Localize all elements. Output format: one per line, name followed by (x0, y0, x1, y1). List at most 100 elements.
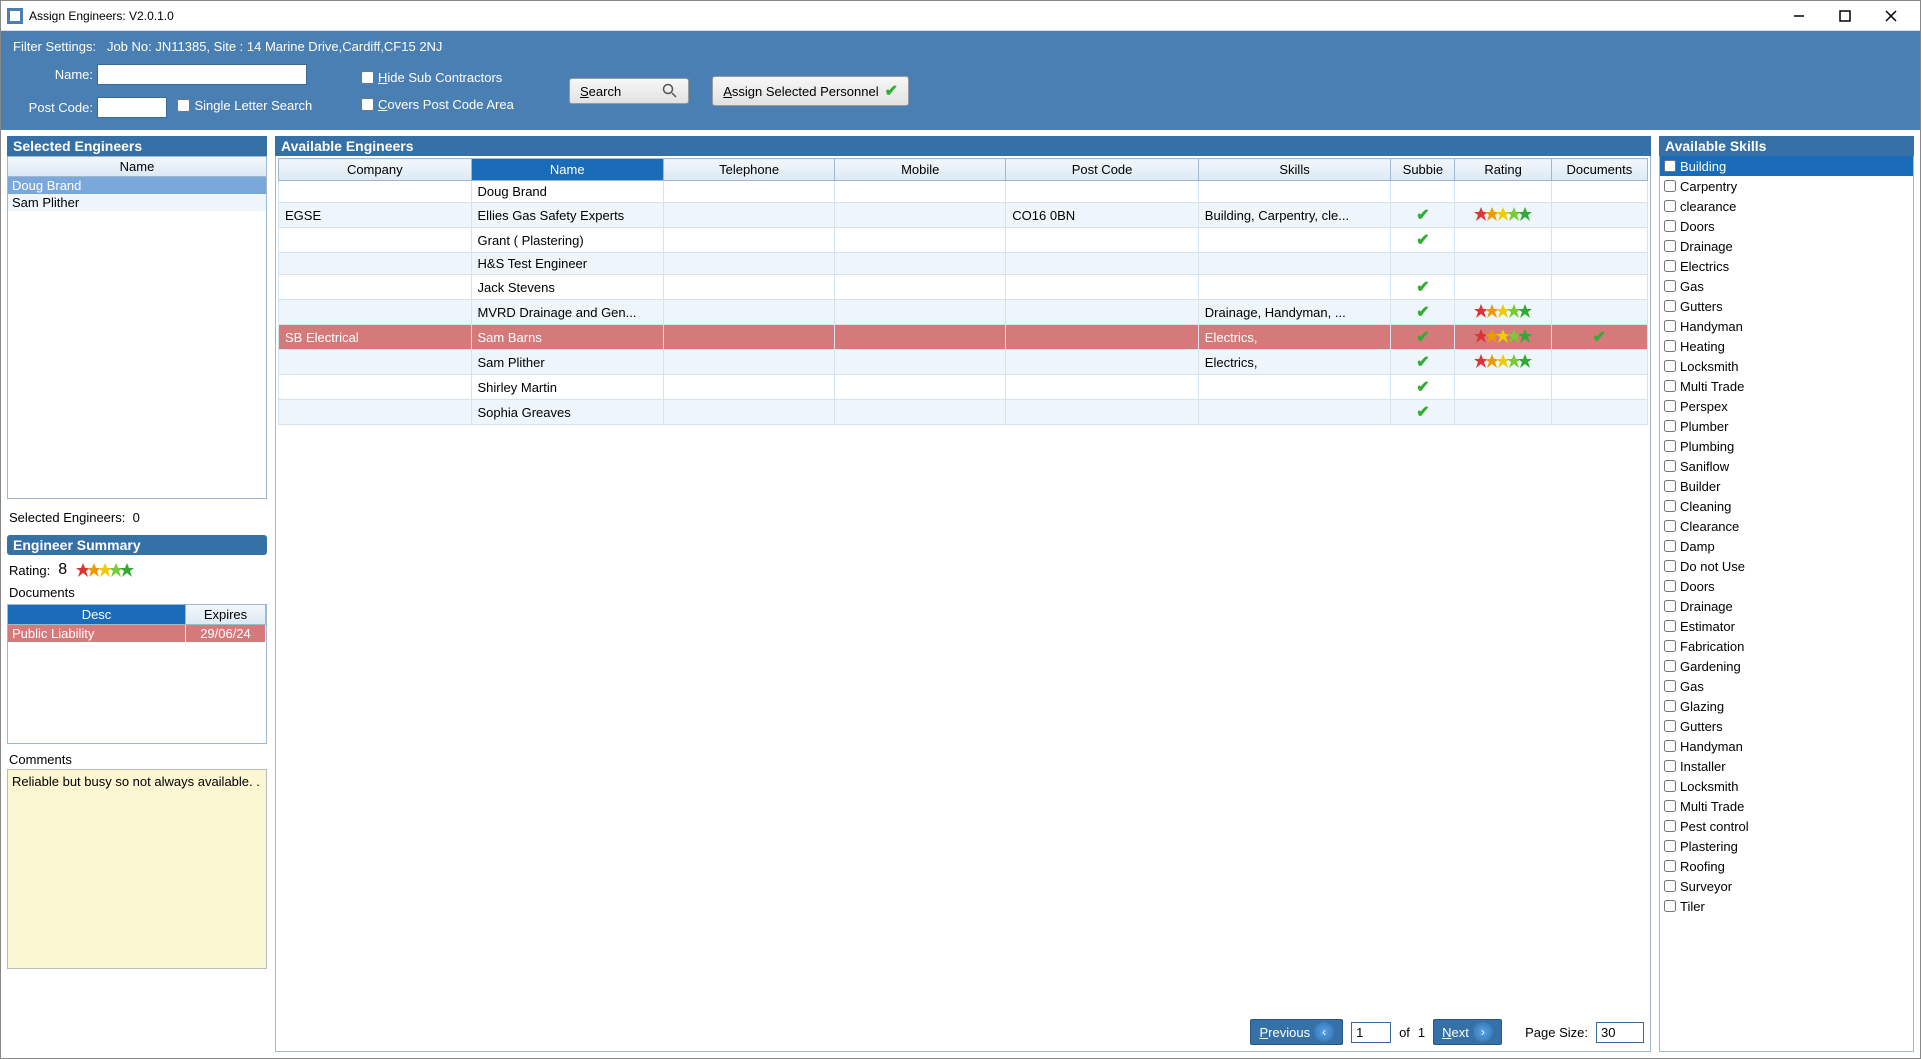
skill-checkbox[interactable] (1664, 620, 1676, 632)
skill-item[interactable]: Gas (1660, 676, 1913, 696)
assign-button[interactable]: Assign Selected Personnel ✔ (712, 76, 909, 106)
prev-button[interactable]: Previous ‹ (1250, 1019, 1343, 1045)
skill-item[interactable]: Handyman (1660, 736, 1913, 756)
skill-checkbox[interactable] (1664, 460, 1676, 472)
skill-item[interactable]: Handyman (1660, 316, 1913, 336)
skill-checkbox[interactable] (1664, 780, 1676, 792)
skill-checkbox[interactable] (1664, 400, 1676, 412)
skill-item[interactable]: clearance (1660, 196, 1913, 216)
skill-checkbox[interactable] (1664, 280, 1676, 292)
skill-checkbox[interactable] (1664, 900, 1676, 912)
skill-item[interactable]: Plumbing (1660, 436, 1913, 456)
skill-checkbox[interactable] (1664, 840, 1676, 852)
col-subbie[interactable]: Subbie (1391, 159, 1455, 181)
col-postcode[interactable]: Post Code (1006, 159, 1199, 181)
selected-item[interactable]: Doug Brand (8, 177, 266, 194)
table-row[interactable]: Doug Brand (279, 181, 1648, 203)
skill-checkbox[interactable] (1664, 300, 1676, 312)
skill-checkbox[interactable] (1664, 680, 1676, 692)
skill-item[interactable]: Perspex (1660, 396, 1913, 416)
comments-box[interactable]: Reliable but busy so not always availabl… (7, 769, 267, 969)
skill-item[interactable]: Pest control (1660, 816, 1913, 836)
skill-item[interactable]: Heating (1660, 336, 1913, 356)
name-input[interactable] (97, 64, 307, 85)
skill-checkbox[interactable] (1664, 760, 1676, 772)
skill-item[interactable]: Drainage (1660, 236, 1913, 256)
skill-checkbox[interactable] (1664, 740, 1676, 752)
skill-checkbox[interactable] (1664, 420, 1676, 432)
skill-item[interactable]: Glazing (1660, 696, 1913, 716)
table-row[interactable]: EGSEEllies Gas Safety ExpertsCO16 0BNBui… (279, 203, 1648, 228)
skill-item[interactable]: Clearance (1660, 516, 1913, 536)
skill-checkbox[interactable] (1664, 860, 1676, 872)
col-telephone[interactable]: Telephone (664, 159, 835, 181)
pagesize-input[interactable] (1596, 1022, 1644, 1043)
skill-item[interactable]: Gas (1660, 276, 1913, 296)
skill-item[interactable]: Installer (1660, 756, 1913, 776)
skill-item[interactable]: Builder (1660, 476, 1913, 496)
skill-checkbox[interactable] (1664, 220, 1676, 232)
postcode-input[interactable] (97, 97, 167, 118)
skill-checkbox[interactable] (1664, 580, 1676, 592)
skill-checkbox[interactable] (1664, 500, 1676, 512)
skill-checkbox[interactable] (1664, 880, 1676, 892)
skill-item[interactable]: Roofing (1660, 856, 1913, 876)
skill-checkbox[interactable] (1664, 700, 1676, 712)
skill-checkbox[interactable] (1664, 320, 1676, 332)
skill-item[interactable]: Estimator (1660, 616, 1913, 636)
skill-item[interactable]: Gardening (1660, 656, 1913, 676)
skill-checkbox[interactable] (1664, 200, 1676, 212)
hide-sub-check[interactable]: Hide Sub Contractors (361, 70, 561, 85)
skill-item[interactable]: Gutters (1660, 716, 1913, 736)
skill-checkbox[interactable] (1664, 180, 1676, 192)
skill-item[interactable]: Electrics (1660, 256, 1913, 276)
skill-item[interactable]: Do not Use (1660, 556, 1913, 576)
skill-checkbox[interactable] (1664, 380, 1676, 392)
skill-checkbox[interactable] (1664, 800, 1676, 812)
skill-checkbox[interactable] (1664, 520, 1676, 532)
skill-item[interactable]: Damp (1660, 536, 1913, 556)
table-row[interactable]: Sam PlitherElectrics,✔ (279, 350, 1648, 375)
page-input[interactable] (1351, 1022, 1391, 1043)
skill-item[interactable]: Fabrication (1660, 636, 1913, 656)
skill-item[interactable]: Carpentry (1660, 176, 1913, 196)
table-row[interactable]: SB ElectricalSam BarnsElectrics,✔✔ (279, 325, 1648, 350)
skill-item[interactable]: Doors (1660, 216, 1913, 236)
skill-checkbox[interactable] (1664, 540, 1676, 552)
table-row[interactable]: Jack Stevens✔ (279, 275, 1648, 300)
skill-checkbox[interactable] (1664, 560, 1676, 572)
maximize-button[interactable] (1822, 1, 1868, 31)
skill-checkbox[interactable] (1664, 660, 1676, 672)
skill-item[interactable]: Plastering (1660, 836, 1913, 856)
single-letter-check[interactable]: Single Letter Search (177, 98, 312, 113)
skill-checkbox[interactable] (1664, 360, 1676, 372)
search-button[interactable]: Search (569, 78, 689, 104)
skill-item[interactable]: Multi Trade (1660, 376, 1913, 396)
skill-item[interactable]: Plumber (1660, 416, 1913, 436)
selected-item[interactable]: Sam Plither (8, 194, 266, 211)
table-row[interactable]: Sophia Greaves✔ (279, 400, 1648, 425)
doc-header-desc[interactable]: Desc (8, 605, 186, 625)
col-skills[interactable]: Skills (1198, 159, 1391, 181)
document-row[interactable]: Public Liability29/06/24 (8, 625, 266, 642)
table-row[interactable]: MVRD Drainage and Gen...Drainage, Handym… (279, 300, 1648, 325)
col-company[interactable]: Company (279, 159, 472, 181)
skill-checkbox[interactable] (1664, 600, 1676, 612)
selected-name-header[interactable]: Name (7, 156, 267, 177)
skill-item[interactable]: Saniflow (1660, 456, 1913, 476)
skill-item[interactable]: Surveyor (1660, 876, 1913, 896)
skill-item[interactable]: Doors (1660, 576, 1913, 596)
skill-item[interactable]: Multi Trade (1660, 796, 1913, 816)
table-row[interactable]: Grant ( Plastering)✔ (279, 228, 1648, 253)
col-rating[interactable]: Rating (1455, 159, 1551, 181)
skill-checkbox[interactable] (1664, 340, 1676, 352)
skill-checkbox[interactable] (1664, 480, 1676, 492)
skill-checkbox[interactable] (1664, 640, 1676, 652)
covers-area-check[interactable]: Covers Post Code Area (361, 97, 561, 112)
skill-item[interactable]: Drainage (1660, 596, 1913, 616)
skill-checkbox[interactable] (1664, 720, 1676, 732)
skill-item[interactable]: Tiler (1660, 896, 1913, 916)
skill-checkbox[interactable] (1664, 820, 1676, 832)
doc-header-expires[interactable]: Expires (186, 605, 266, 625)
skill-item[interactable]: Gutters (1660, 296, 1913, 316)
